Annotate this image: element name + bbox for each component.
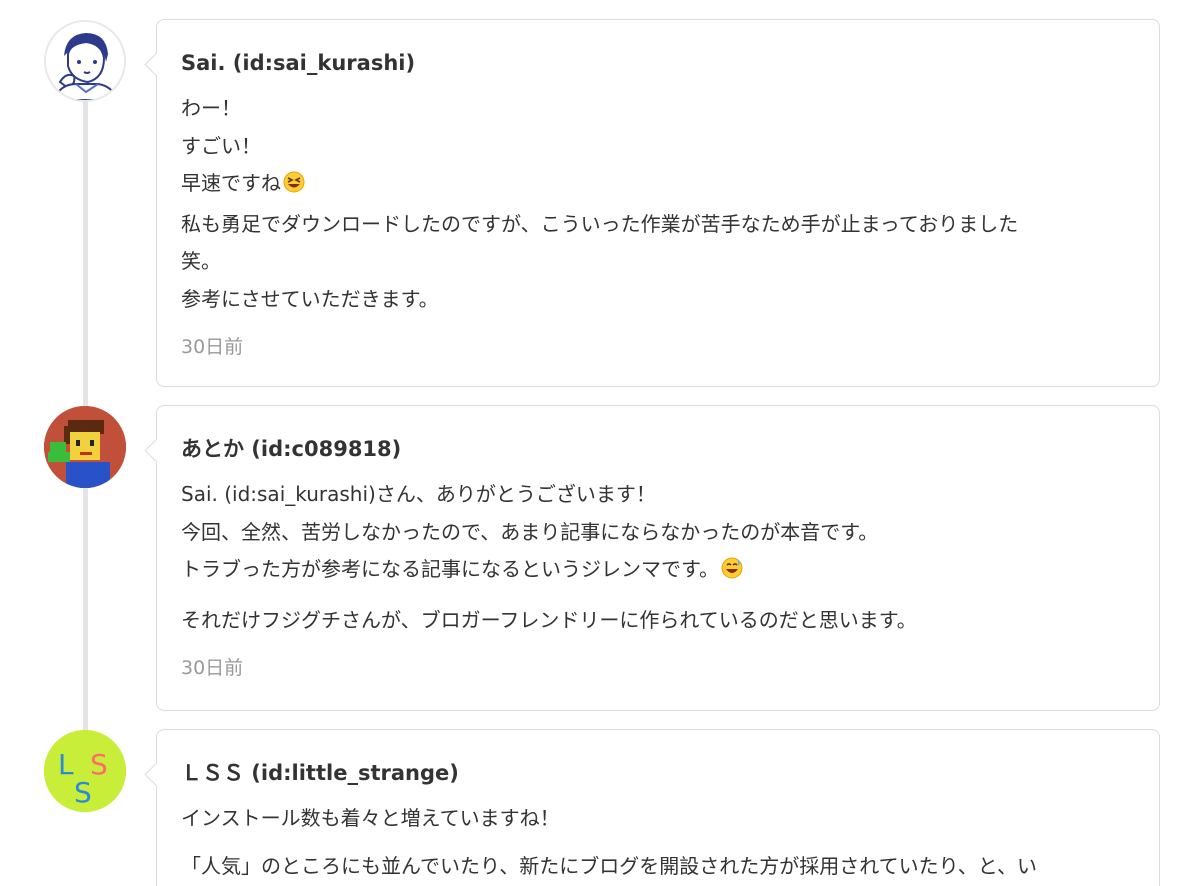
card-pointer [144, 438, 169, 463]
comment-body: わー！ すごい！ 早速ですね 私も勇足でダウンロードしたのですが、こういった作業… [181, 90, 1135, 318]
comment-author[interactable]: Sai. (id:sai_kurashi) [181, 50, 1135, 76]
comment-line: 「人気」のところにも並んでいたり、新たにブログを開設された方が採用されていたり、… [181, 853, 1037, 878]
comment-line-with-emoji: トラブった方が参考になる記事になるというジレンマです。 [181, 551, 1135, 592]
grinning-sweat-face-icon [721, 554, 743, 592]
card-pointer [144, 762, 169, 787]
comment-line: 笑。 [181, 249, 221, 273]
comment-thread: Sai. (id:sai_kurashi) わー！ すごい！ 早速ですね 私も勇… [0, 0, 1200, 886]
avatar-person-thinking-icon[interactable] [44, 20, 126, 102]
comment-line: インストール数も着々と増えていますね！ [181, 806, 560, 830]
comment-line: 私も勇足でダウンロードしたのですが、こういった作業が苦手なため手が止まっておりま… [181, 211, 1019, 236]
comment-body: Sai. (id:sai_kurashi)さん、ありがとうございます！ 今回、全… [181, 476, 1135, 639]
svg-text:S: S [74, 776, 92, 809]
comment-line-text: 早速ですね [181, 171, 281, 195]
comment-card: ＬＳＳ (id:little_strange) インストール数も着々と増えていま… [144, 729, 1160, 886]
comment-line: それだけフジグチさんが、ブロガーフレンドリーに作られているのだと思います。 [181, 607, 917, 632]
svg-text:L: L [58, 748, 74, 781]
comment-body: インストール数も着々と増えていますね！ 「人気」のところにも並んでいたり、新たに… [181, 800, 1135, 885]
comment-line-text: トラブった方が参考になる記事になるというジレンマです。 [181, 557, 719, 581]
timeline-line [83, 60, 88, 750]
comment-timestamp[interactable]: 30日前 [181, 655, 1135, 681]
card-pointer [144, 52, 169, 77]
comment-line: 参考にさせていただきます。 [181, 286, 439, 311]
comment-line-with-emoji: 早速ですね [181, 165, 1135, 206]
comment-line: わー！ [181, 96, 241, 120]
comment-author[interactable]: あとか (id:c089818) [181, 436, 1135, 462]
avatar-lss-logo-icon[interactable]: L S S [44, 730, 126, 812]
svg-text:S: S [90, 748, 108, 781]
comment-author[interactable]: ＬＳＳ (id:little_strange) [181, 760, 1135, 786]
comment-timestamp[interactable]: 30日前 [181, 334, 1135, 360]
comment-card: Sai. (id:sai_kurashi) わー！ すごい！ 早速ですね 私も勇… [144, 19, 1160, 387]
avatar-pixel-character-icon[interactable] [44, 406, 126, 488]
comment-line: 今回、全然、苦労しなかったので、あまり記事にならなかったのが本音です。 [181, 519, 879, 544]
comment-card: あとか (id:c089818) Sai. (id:sai_kurashi)さん… [144, 405, 1160, 711]
comment-line: すごい！ [181, 133, 261, 158]
comment-line: Sai. (id:sai_kurashi)さん、ありがとうございます！ [181, 482, 656, 506]
grinning-squinting-face-icon [283, 168, 305, 206]
